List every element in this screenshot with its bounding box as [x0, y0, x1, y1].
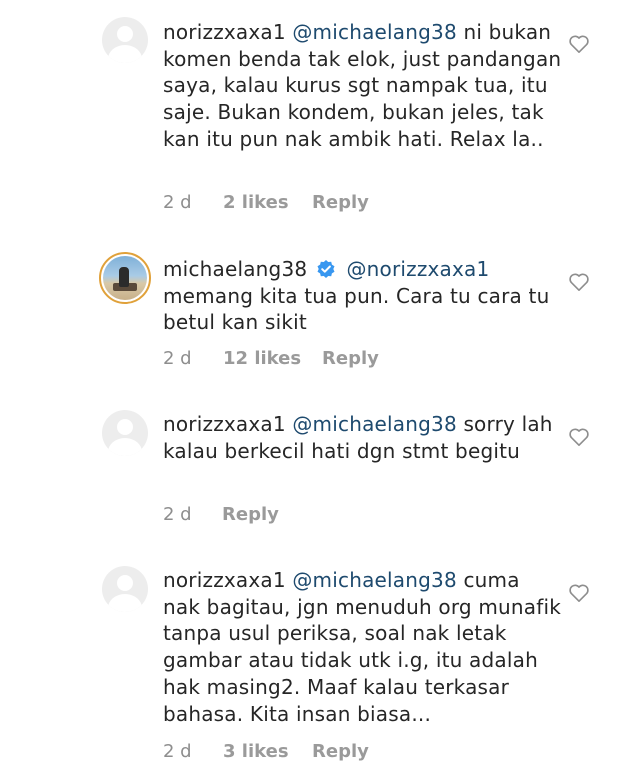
comment-age: 2 d: [163, 504, 192, 525]
comment-likes[interactable]: 12 likes: [223, 348, 301, 369]
comment-username[interactable]: norizzxaxa1: [163, 20, 286, 44]
reply-button[interactable]: Reply: [312, 741, 369, 762]
reply-button[interactable]: Reply: [312, 192, 369, 213]
comment-username[interactable]: norizzxaxa1: [163, 412, 286, 436]
reply-button[interactable]: Reply: [322, 348, 379, 369]
comment-mention[interactable]: @norizzxaxa1: [346, 257, 489, 281]
heart-outline-icon[interactable]: [568, 272, 590, 292]
comment-age: 2 d: [163, 741, 192, 762]
comment-mention[interactable]: @michaelang38: [292, 20, 457, 44]
comment-mention[interactable]: @michaelang38: [292, 412, 457, 436]
heart-outline-icon[interactable]: [568, 34, 590, 54]
avatar[interactable]: [102, 410, 148, 456]
comment-text: michaelang38 @norizzxaxa1 memang kita tu…: [163, 256, 563, 336]
heart-outline-icon[interactable]: [568, 583, 590, 603]
comment-age: 2 d: [163, 192, 192, 213]
comment-username[interactable]: norizzxaxa1: [163, 568, 286, 592]
comment-likes[interactable]: 2 likes: [223, 192, 289, 213]
comment-text: norizzxaxa1 @michaelang38 cuma nak bagit…: [163, 567, 563, 727]
avatar[interactable]: [102, 566, 148, 612]
comment-age: 2 d: [163, 348, 192, 369]
comment-mention[interactable]: @michaelang38: [292, 568, 457, 592]
verified-badge-icon: [317, 260, 335, 278]
comment-username[interactable]: michaelang38: [163, 257, 307, 281]
avatar[interactable]: [99, 252, 151, 304]
comment-text: norizzxaxa1 @michaelang38 sorry lah kala…: [163, 411, 563, 464]
comment-likes[interactable]: 3 likes: [223, 741, 289, 762]
comment-text: norizzxaxa1 @michaelang38 ni bukan komen…: [163, 19, 563, 153]
heart-outline-icon[interactable]: [568, 427, 590, 447]
avatar[interactable]: [102, 17, 148, 63]
comment-body: memang kita tua pun. Cara tu cara tu bet…: [163, 283, 550, 335]
reply-button[interactable]: Reply: [222, 504, 279, 525]
